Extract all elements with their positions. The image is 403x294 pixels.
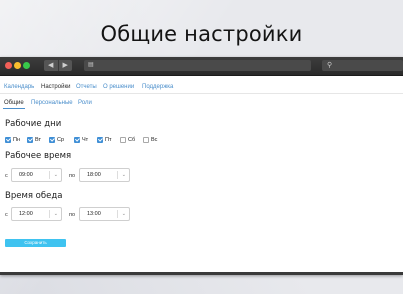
checkbox-checked-icon: [27, 137, 33, 143]
chevron-down-icon: ⌄: [121, 172, 126, 178]
tab-roles[interactable]: Роли: [78, 100, 92, 106]
chevron-down-icon: ⌄: [121, 211, 126, 217]
close-window-icon[interactable]: [5, 62, 12, 69]
checkbox-unchecked-icon: [143, 137, 149, 143]
search-icon: ⚲: [327, 62, 333, 69]
day-checkbox-wed[interactable]: Ср: [49, 136, 64, 144]
workdays-heading: Рабочие дни: [5, 119, 62, 129]
day-label: Вт: [35, 137, 42, 143]
day-label: Вс: [151, 137, 158, 143]
day-label: Пн: [13, 137, 20, 143]
chevron-down-icon: ⌄: [53, 172, 58, 178]
menu-item-support[interactable]: Поддержка: [142, 81, 173, 93]
history-nav: ◀ ▶: [44, 60, 72, 71]
day-label: Чт: [82, 137, 89, 143]
day-checkbox-mon[interactable]: Пн: [5, 136, 20, 144]
window-titlebar: ◀ ▶ ▤ ⚲: [0, 57, 403, 76]
active-tab-indicator: [3, 108, 25, 109]
checkbox-checked-icon: [5, 137, 11, 143]
lunch-to-label: по: [69, 212, 76, 218]
maximize-window-icon[interactable]: [23, 62, 30, 69]
select-divider: [49, 210, 50, 218]
minimize-window-icon[interactable]: [14, 62, 21, 69]
menu-item-reports[interactable]: Отчеты: [76, 81, 97, 93]
select-divider: [117, 171, 118, 179]
select-divider: [49, 171, 50, 179]
select-divider: [117, 210, 118, 218]
back-icon[interactable]: ◀: [44, 60, 58, 71]
forward-icon[interactable]: ▶: [57, 60, 73, 71]
day-checkbox-tue[interactable]: Вт: [27, 136, 41, 144]
checkbox-checked-icon: [74, 137, 80, 143]
chevron-down-icon: ⌄: [53, 211, 58, 217]
selected-value: 13:00: [87, 211, 101, 217]
window-bottom-edge: [0, 272, 403, 275]
day-label: Сб: [128, 137, 136, 143]
lunch-heading: Время обеда: [5, 191, 63, 201]
page-icon: ▤: [88, 62, 94, 68]
day-checkbox-sun[interactable]: Вс: [143, 136, 157, 144]
lunch-from-select[interactable]: 12:00 ⌄: [11, 207, 62, 221]
lunch-to-select[interactable]: 13:00 ⌄: [79, 207, 130, 221]
worktime-to-label: по: [69, 173, 76, 179]
lunch-from-label: с: [5, 212, 8, 218]
selected-value: 18:00: [87, 172, 101, 178]
day-checkbox-sat[interactable]: Сб: [120, 136, 135, 144]
tab-personal[interactable]: Персональные: [31, 100, 73, 106]
tab-general[interactable]: Общие: [4, 100, 24, 106]
menu-divider: [0, 93, 403, 94]
main-menu: Календарь Настройки Отчеты О решении Под…: [0, 81, 403, 93]
menu-item-calendar[interactable]: Календарь: [4, 81, 34, 93]
address-bar[interactable]: ▤: [84, 60, 311, 71]
checkbox-checked-icon: [97, 137, 103, 143]
checkbox-unchecked-icon: [120, 137, 126, 143]
menu-item-settings[interactable]: Настройки: [41, 81, 70, 93]
day-checkbox-fri[interactable]: Пт: [97, 136, 111, 144]
day-label: Пт: [105, 137, 112, 143]
worktime-heading: Рабочее время: [5, 151, 72, 161]
worktime-from-label: с: [5, 173, 8, 179]
save-button[interactable]: Сохранить: [5, 239, 66, 247]
checkbox-checked-icon: [49, 137, 55, 143]
browser-search-bar[interactable]: ⚲: [322, 60, 403, 71]
slide-title: Общие настройки: [100, 22, 303, 46]
day-checkbox-thu[interactable]: Чт: [74, 136, 88, 144]
worktime-to-select[interactable]: 18:00 ⌄: [79, 168, 130, 182]
worktime-from-select[interactable]: 09:00 ⌄: [11, 168, 62, 182]
day-label: Ср: [57, 137, 65, 143]
selected-value: 12:00: [19, 211, 33, 217]
selected-value: 09:00: [19, 172, 33, 178]
browser-window: ◀ ▶ ▤ ⚲ Календарь Настройки Отчеты О реш…: [0, 57, 403, 275]
menu-item-about[interactable]: О решении: [103, 81, 134, 93]
